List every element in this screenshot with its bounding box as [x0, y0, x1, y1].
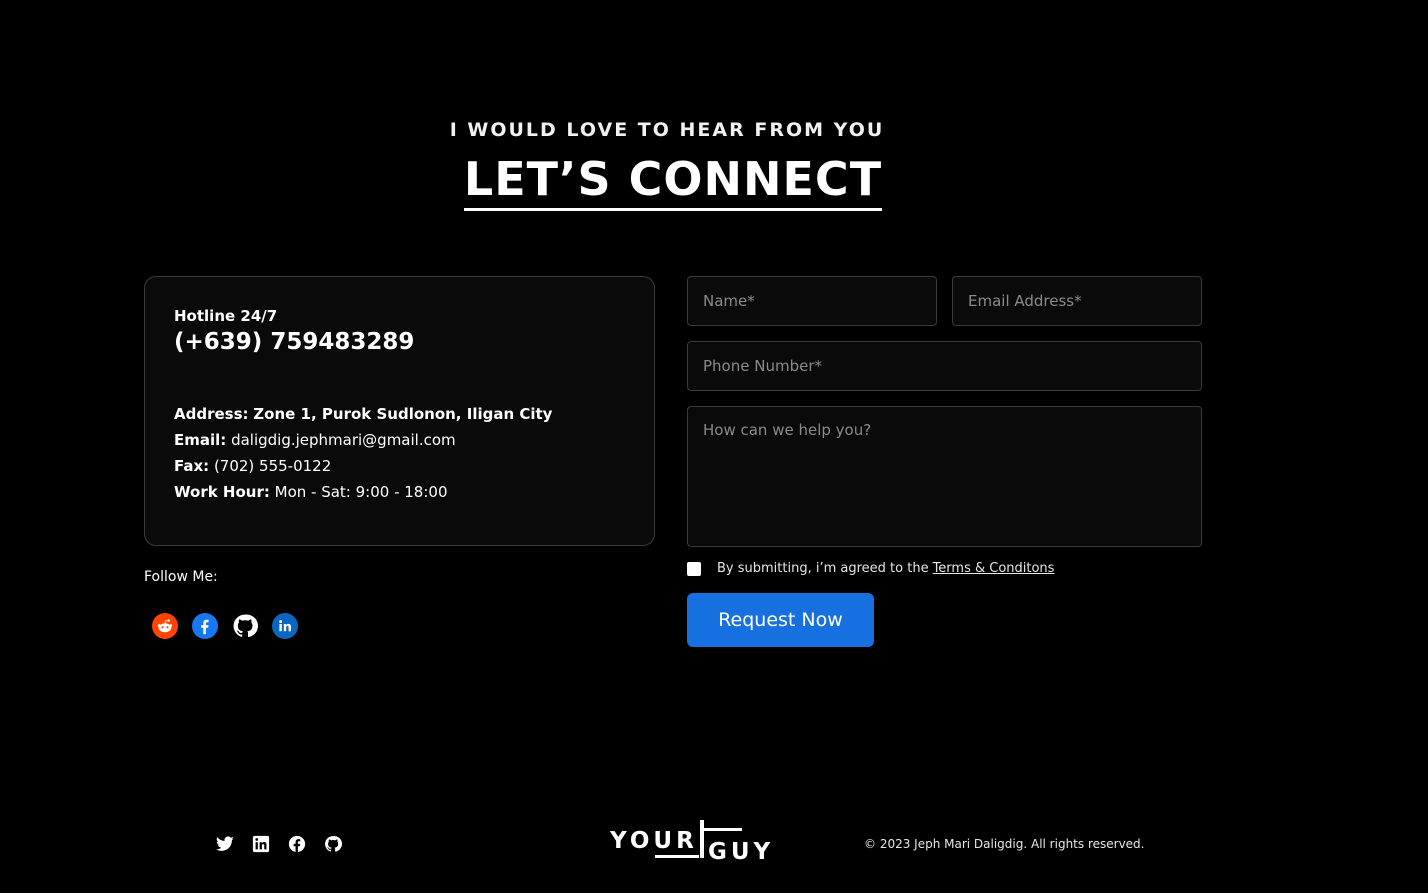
github-icon[interactable] [232, 613, 258, 639]
fax-line: Fax: (702) 555-0122 [174, 453, 625, 479]
linkedin-icon[interactable] [272, 613, 298, 639]
hotline-number: (+639) 759483289 [174, 329, 415, 355]
email-label: Email: [174, 431, 227, 449]
facebook-icon[interactable] [192, 613, 218, 639]
address-value: Zone 1, Purok Sudlonon, Iligan City [253, 405, 553, 423]
twitter-icon[interactable] [216, 835, 234, 853]
address-line: Address: Zone 1, Purok Sudlonon, Iligan … [174, 401, 625, 427]
terms-checkbox[interactable] [687, 561, 701, 576]
follow-me-label: Follow Me: [144, 569, 218, 585]
phone-field[interactable] [687, 341, 1202, 391]
email-line: Email: daligdig.jephmari@gmail.com [174, 427, 625, 453]
email-value: daligdig.jephmari@gmail.com [231, 431, 456, 449]
request-now-button[interactable]: Request Now [687, 593, 874, 647]
reddit-icon[interactable] [152, 613, 178, 639]
fax-value: (702) 555-0122 [213, 457, 332, 475]
social-links [152, 613, 298, 639]
work-hour-label: Work Hour: [174, 483, 270, 501]
section-eyebrow: I WOULD LOVE TO HEAR FROM YOU [449, 119, 885, 141]
copyright-text: © 2023 Jeph Mari Daligdig. All rights re… [864, 837, 1145, 851]
page-title: LET’S CONNECT [0, 150, 1346, 211]
work-hour-line: Work Hour: Mon - Sat: 9:00 - 18:00 [174, 479, 625, 505]
facebook-icon[interactable] [288, 835, 306, 853]
yourguy-logo[interactable]: YOUR GUY [610, 818, 774, 862]
footer-social-links [216, 835, 342, 853]
logo-text-your: YOUR [610, 828, 698, 854]
logo-text-guy: GUY [708, 839, 774, 862]
message-field[interactable] [687, 406, 1202, 547]
terms-agreement: By submitting, i’m agreed to the Terms &… [687, 561, 1054, 576]
address-label: Address: [174, 405, 249, 423]
terms-link[interactable]: Terms & Conditons [933, 561, 1055, 576]
page-title-text: LET’S CONNECT [463, 150, 883, 211]
fax-label: Fax: [174, 457, 210, 475]
linkedin-icon[interactable] [252, 835, 270, 853]
email-field[interactable] [952, 276, 1202, 326]
contact-details: Address: Zone 1, Purok Sudlonon, Iligan … [174, 401, 625, 505]
work-hour-value: Mon - Sat: 9:00 - 18:00 [274, 483, 448, 501]
contact-info-card: Hotline 24/7 (+639) 759483289 Address: Z… [144, 276, 655, 546]
hotline-label: Hotline 24/7 [174, 307, 278, 325]
agree-text: By submitting, i’m agreed to the [717, 561, 929, 576]
github-icon[interactable] [324, 835, 342, 853]
name-field[interactable] [687, 276, 937, 326]
